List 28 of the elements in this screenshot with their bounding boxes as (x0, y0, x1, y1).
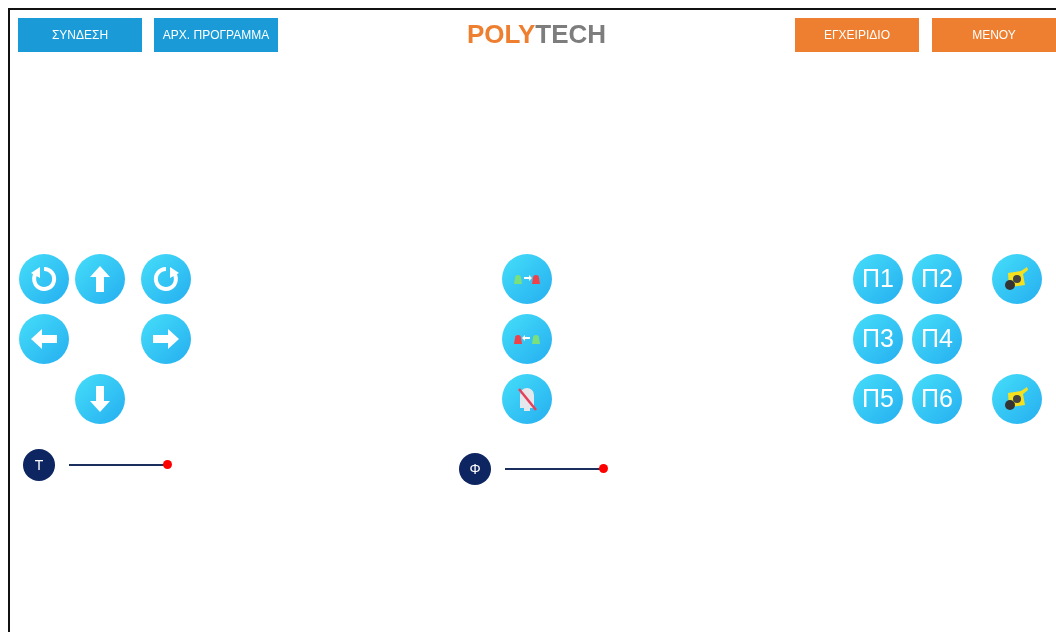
preset-button[interactable]: Π4 (912, 314, 962, 364)
alarm-lights-icon (514, 274, 540, 284)
machine-rotate-button[interactable] (992, 374, 1042, 424)
machine-rotate-button[interactable] (992, 254, 1042, 304)
slider-thumb[interactable] (163, 460, 172, 469)
preset-button[interactable]: Π6 (912, 374, 962, 424)
up-button[interactable] (75, 254, 125, 304)
slider-label: Φ (459, 453, 491, 485)
preset-button[interactable]: Π1 (853, 254, 903, 304)
manual-button[interactable]: ΕΓΧΕΙΡΙΔΙΟ (795, 18, 919, 52)
alarm-lights-icon (514, 334, 540, 344)
preset-button[interactable]: Π2 (912, 254, 962, 304)
down-button[interactable] (75, 374, 125, 424)
left-button[interactable] (19, 314, 69, 364)
logo-text: POLYTECH (465, 19, 608, 49)
menu-button[interactable]: ΜΕΝΟΥ (932, 18, 1056, 52)
right-button[interactable] (141, 314, 191, 364)
program-button[interactable]: ΑΡΧ. ΠΡΟΓΡΑΜΜΑ (154, 18, 278, 52)
rotate-right-button[interactable] (141, 254, 191, 304)
preset-button[interactable]: Π5 (853, 374, 903, 424)
slider-label: Τ (23, 449, 55, 481)
alarm-switch-button[interactable] (502, 314, 552, 364)
rotate-left-button[interactable] (19, 254, 69, 304)
slider-thumb[interactable] (599, 464, 608, 473)
alarm-switch-button[interactable] (502, 254, 552, 304)
connect-button[interactable]: ΣΥΝΔΕΣΗ (18, 18, 142, 52)
preset-button[interactable]: Π3 (853, 314, 903, 364)
alarm-off-button[interactable] (502, 374, 552, 424)
